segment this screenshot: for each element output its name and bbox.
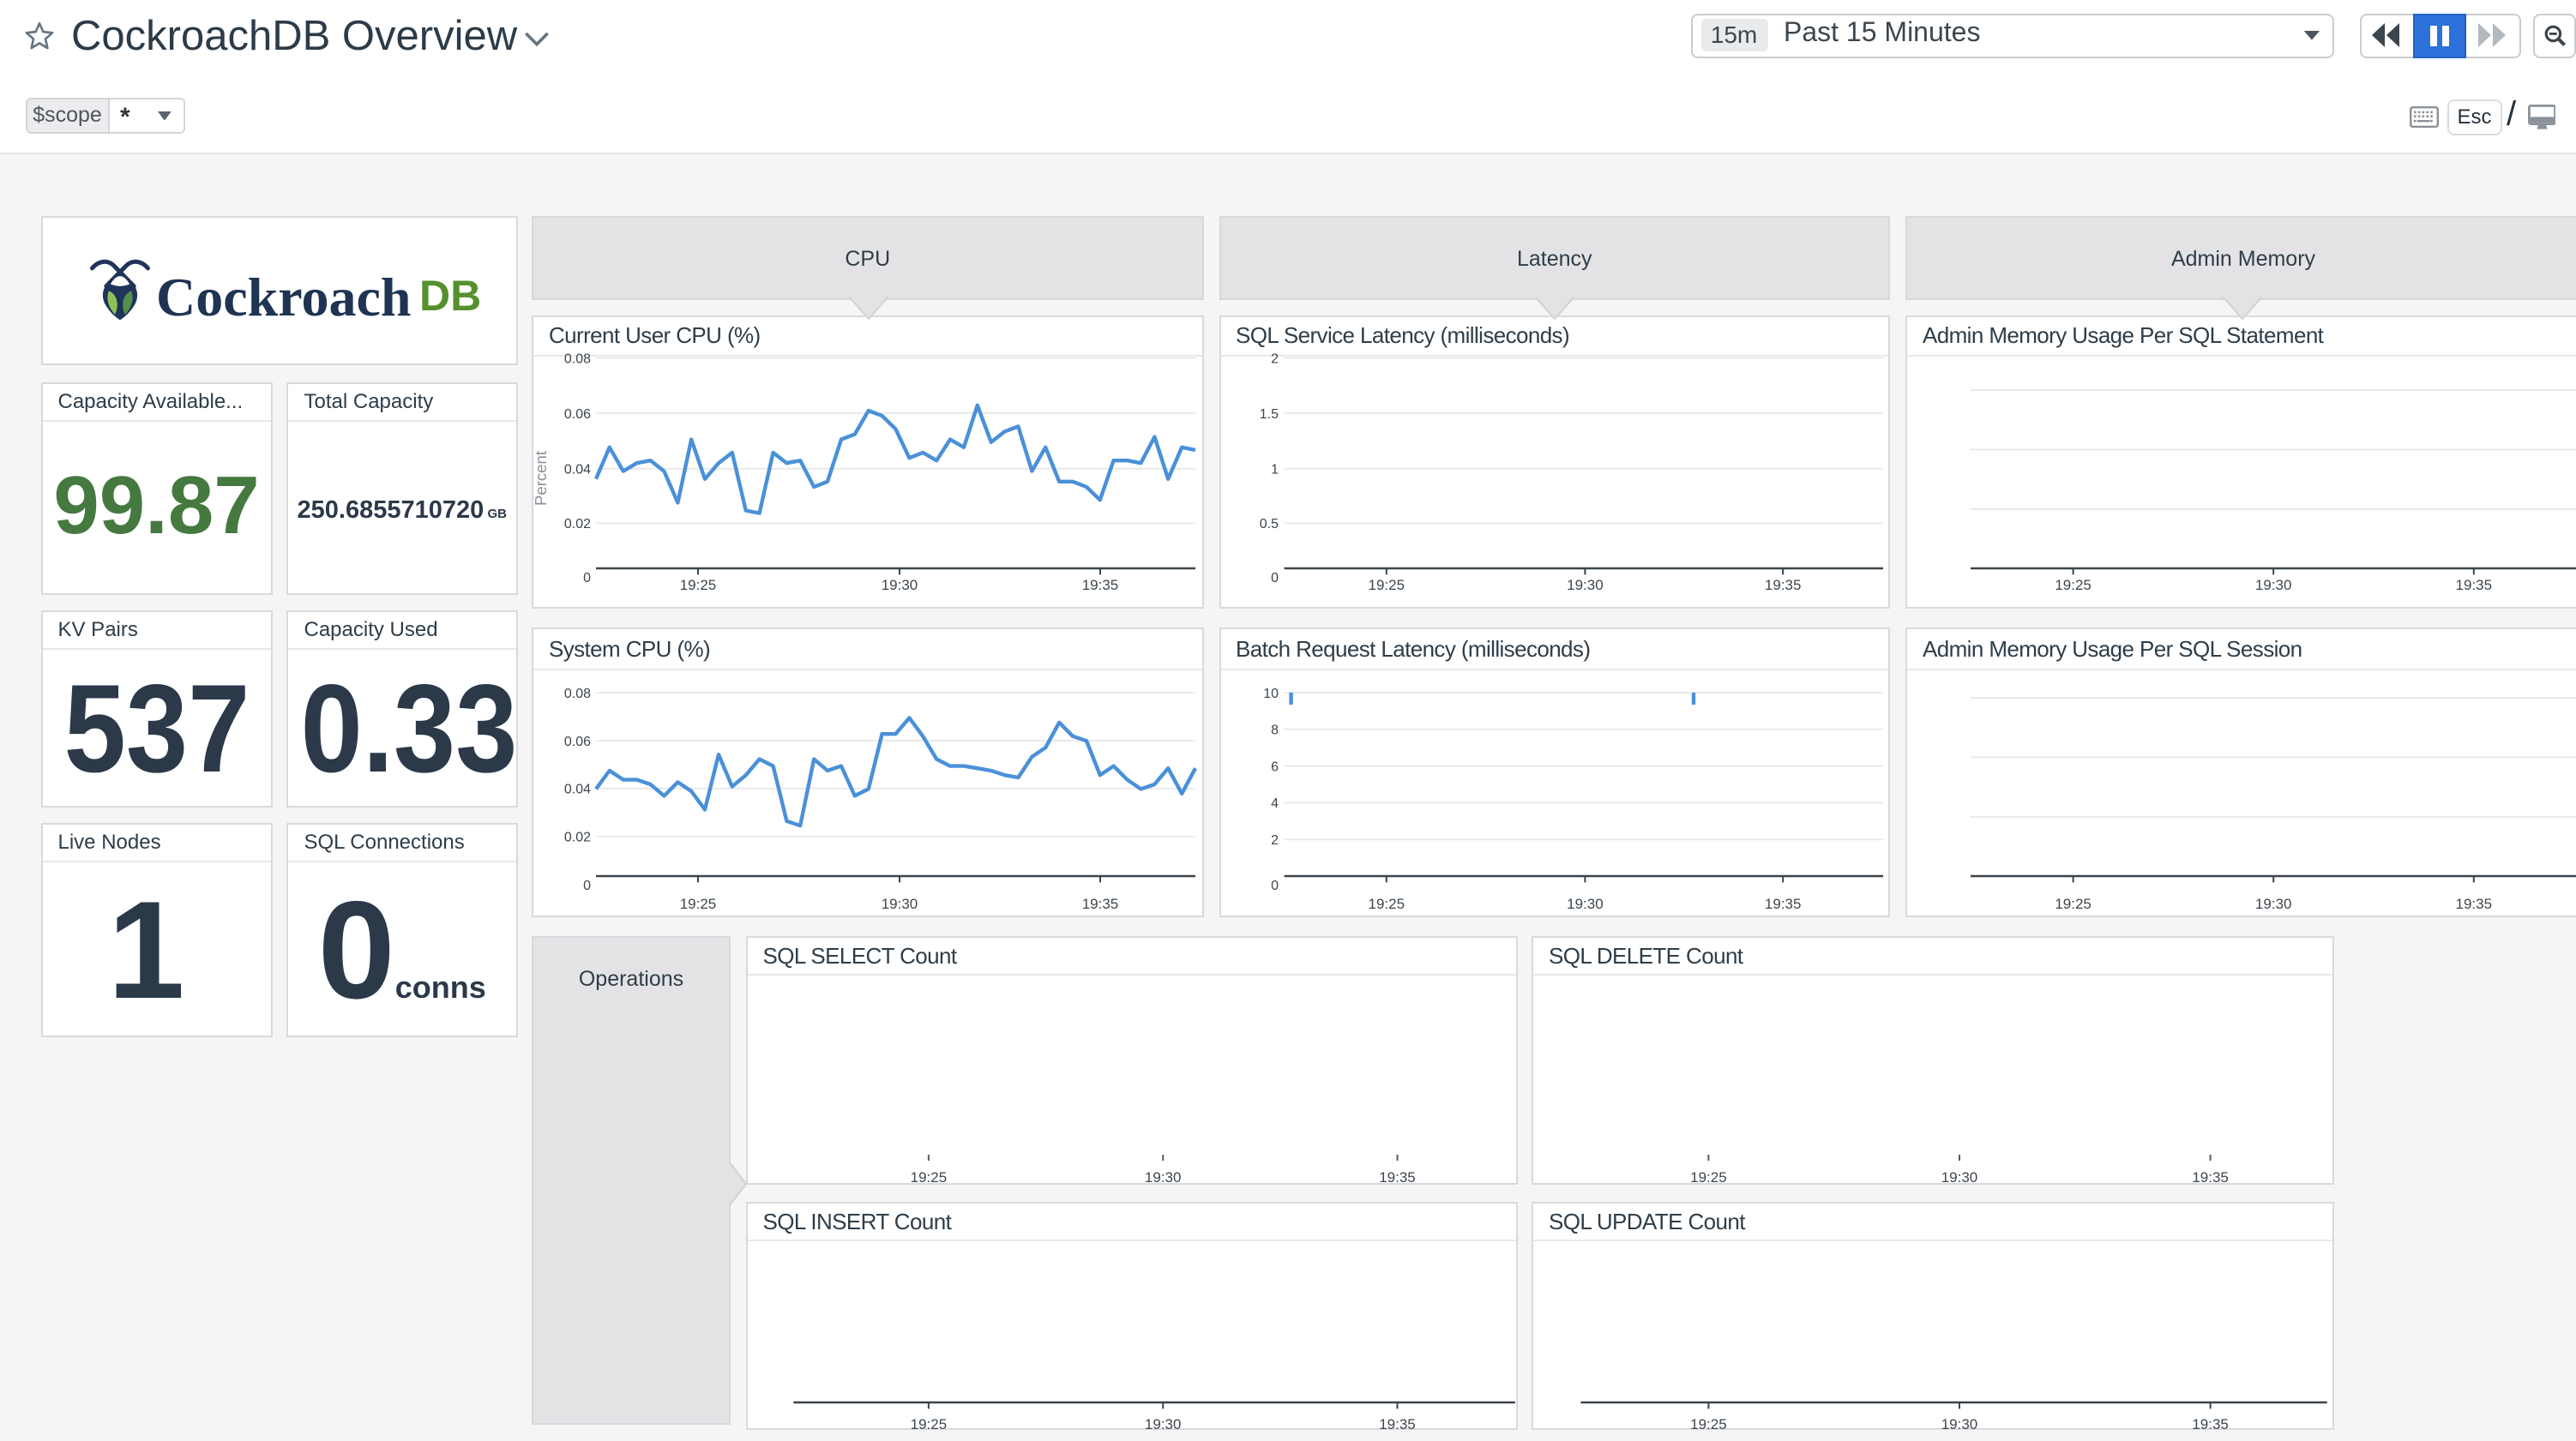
svg-text:19:30: 19:30 xyxy=(1941,1169,1978,1186)
svg-text:19:35: 19:35 xyxy=(1765,577,1802,593)
svg-text:19:30: 19:30 xyxy=(1567,896,1604,912)
svg-text:2: 2 xyxy=(1271,351,1279,366)
svg-text:0.5: 0.5 xyxy=(1260,517,1279,531)
svg-text:19:30: 19:30 xyxy=(2255,896,2292,912)
svg-text:0.04: 0.04 xyxy=(564,783,591,797)
svg-text:19:30: 19:30 xyxy=(1567,577,1604,593)
svg-text:2: 2 xyxy=(1271,833,1279,848)
svg-text:19:35: 19:35 xyxy=(1379,1416,1416,1432)
svg-text:19:30: 19:30 xyxy=(1941,1416,1978,1432)
svg-text:19:35: 19:35 xyxy=(2456,577,2493,593)
svg-text:19:25: 19:25 xyxy=(2055,896,2091,912)
svg-text:19:35: 19:35 xyxy=(2192,1416,2229,1432)
svg-text:19:30: 19:30 xyxy=(1145,1169,1182,1186)
svg-text:1.5: 1.5 xyxy=(1260,407,1279,422)
svg-text:19:25: 19:25 xyxy=(1690,1416,1727,1432)
svg-text:0.08: 0.08 xyxy=(564,351,591,366)
svg-text:19:35: 19:35 xyxy=(2456,896,2493,912)
svg-text:0.02: 0.02 xyxy=(564,517,591,531)
svg-text:0: 0 xyxy=(1271,879,1279,893)
svg-text:19:35: 19:35 xyxy=(1765,896,1802,912)
svg-text:0: 0 xyxy=(583,571,591,585)
svg-text:19:35: 19:35 xyxy=(1379,1169,1416,1186)
svg-text:1: 1 xyxy=(1271,463,1279,477)
svg-text:19:25: 19:25 xyxy=(1369,577,1405,593)
svg-text:0.04: 0.04 xyxy=(564,463,591,477)
svg-text:19:25: 19:25 xyxy=(1369,896,1405,912)
svg-text:6: 6 xyxy=(1271,760,1279,774)
svg-text:8: 8 xyxy=(1271,724,1279,738)
svg-text:0: 0 xyxy=(1271,571,1279,585)
svg-text:19:25: 19:25 xyxy=(911,1416,948,1432)
svg-text:19:25: 19:25 xyxy=(1690,1169,1727,1186)
svg-text:10: 10 xyxy=(1263,687,1279,701)
svg-text:19:30: 19:30 xyxy=(882,577,918,593)
svg-text:19:35: 19:35 xyxy=(1082,896,1119,912)
svg-text:19:30: 19:30 xyxy=(1145,1416,1182,1432)
svg-text:19:30: 19:30 xyxy=(2255,577,2292,593)
svg-text:4: 4 xyxy=(1271,796,1279,811)
svg-text:0.02: 0.02 xyxy=(564,831,591,845)
svg-text:0.08: 0.08 xyxy=(564,687,591,701)
svg-text:0.06: 0.06 xyxy=(564,407,591,422)
svg-text:0.06: 0.06 xyxy=(564,735,591,749)
svg-text:19:35: 19:35 xyxy=(2192,1169,2229,1186)
svg-text:19:25: 19:25 xyxy=(680,577,717,593)
svg-text:Percent: Percent xyxy=(532,450,550,506)
svg-text:0: 0 xyxy=(583,879,591,893)
svg-text:19:30: 19:30 xyxy=(882,896,918,912)
svg-text:19:35: 19:35 xyxy=(1082,577,1119,593)
svg-text:19:25: 19:25 xyxy=(680,896,717,912)
svg-text:19:25: 19:25 xyxy=(2055,577,2091,593)
svg-text:19:25: 19:25 xyxy=(911,1169,948,1186)
